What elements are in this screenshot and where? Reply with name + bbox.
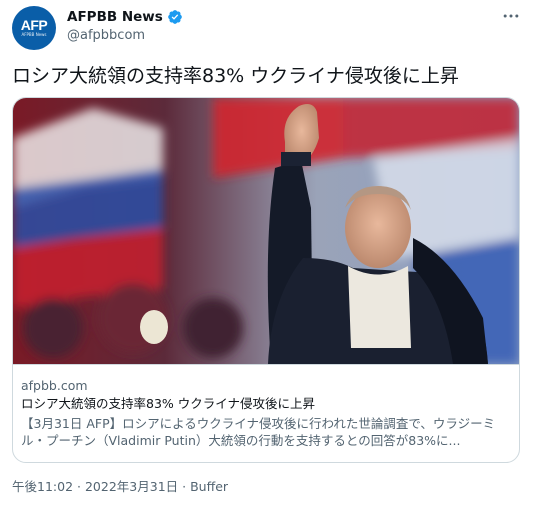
meta-separator: · <box>77 479 81 494</box>
author-name-text: AFPBB News <box>67 9 163 25</box>
tweet-meta: 午後11:02 · 2022年3月31日 · Buffer <box>12 478 228 496</box>
tweet-date: 2022年3月31日 <box>84 479 179 494</box>
avatar[interactable]: AFP AFPBB News <box>12 6 56 50</box>
card-photo <box>13 98 519 364</box>
card-domain: afpbb.com <box>21 378 88 393</box>
more-options-icon[interactable] <box>501 6 521 31</box>
afp-logo-subtitle: AFPBB News <box>21 32 47 37</box>
ellipsis-icon <box>503 14 519 18</box>
tweet-time: 午後11:02 <box>12 479 74 494</box>
card-body: afpbb.com ロシア大統領の支持率83% ウクライナ侵攻後に上昇 【3月3… <box>13 364 519 462</box>
card-title: ロシア大統領の支持率83% ウクライナ侵攻後に上昇 <box>21 396 316 411</box>
afp-logo: AFP <box>20 17 48 33</box>
card-description: 【3月31日 AFP】ロシアによるウクライナ侵攻後に行われた世論調査で、ウラジー… <box>21 416 496 448</box>
tweet-text: ロシア大統領の支持率83% ウクライナ侵攻後に上昇 <box>12 65 459 87</box>
author-handle[interactable]: @afpbbcom <box>67 27 145 45</box>
author-name[interactable]: AFPBB News <box>67 8 183 26</box>
meta-separator: · <box>182 479 187 494</box>
tweet-time-link[interactable]: 午後11:02 · 2022年3月31日 <box>12 479 178 494</box>
tweet-source-link[interactable]: Buffer <box>190 479 228 494</box>
verified-badge-icon <box>167 10 182 24</box>
link-card[interactable]: afpbb.com ロシア大統領の支持率83% ウクライナ侵攻後に上昇 【3月3… <box>12 97 520 463</box>
